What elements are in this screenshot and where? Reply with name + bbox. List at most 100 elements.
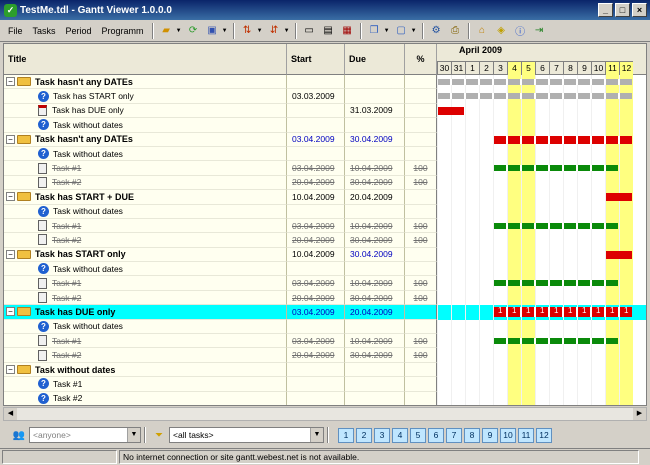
horizontal-scrollbar[interactable]: ◀ ▶ [3,407,647,421]
due-date-cell[interactable]: 30.04.2009 [345,290,405,306]
start-date-cell[interactable] [287,75,345,90]
percent-cell[interactable]: 100 [405,233,437,248]
percent-cell[interactable]: 100 [405,276,437,291]
period-11-button[interactable]: 11 [518,427,534,443]
due-date-cell[interactable]: 10.04.2009 [345,161,405,176]
task-row[interactable]: Task #2 20.04.2009 30.04.2009 100 [4,348,646,363]
due-column-header[interactable]: Due [345,44,405,75]
start-date-cell[interactable] [287,262,345,277]
period-7-button[interactable]: 7 [446,427,462,443]
due-date-cell[interactable] [345,319,405,335]
group-row[interactable]: − Task without dates [4,362,646,378]
collapse-toggle-icon[interactable]: − [6,249,15,259]
gantt-bar[interactable] [438,93,632,100]
task-row[interactable]: ? Task without dates [4,146,646,162]
due-date-cell[interactable] [345,75,405,90]
percent-cell[interactable] [405,362,437,378]
task-row[interactable]: Task #2 20.04.2009 30.04.2009 100 [4,233,646,248]
start-date-cell[interactable]: 20.04.2009 [287,290,345,306]
start-date-cell[interactable] [287,362,345,378]
start-date-cell[interactable] [287,391,345,405]
menu-file[interactable]: File [3,22,28,40]
start-date-cell[interactable]: 03.04.2009 [287,305,345,320]
open-folder-icon[interactable]: ▰ [158,23,175,39]
period-2-button[interactable]: 2 [356,427,372,443]
start-date-cell[interactable]: 20.04.2009 [287,233,345,248]
close-button[interactable]: × [632,3,647,17]
start-date-cell[interactable] [287,146,345,162]
calendar-icon[interactable]: ▦ [339,23,356,39]
dropdown-arrow-icon[interactable]: ▼ [384,28,390,34]
minimize-button[interactable]: _ [598,3,613,17]
key-icon[interactable]: ◈ [493,23,510,39]
start-date-cell[interactable]: 03.04.2009 [287,132,345,147]
percent-cell[interactable] [405,262,437,277]
gantt-bar[interactable] [494,338,618,345]
task-filter[interactable]: <all tasks> ▼ [169,427,324,443]
task-row[interactable]: Task has DUE only 31.03.2009 [4,103,646,119]
due-date-cell[interactable] [345,204,405,219]
collapse-toggle-icon[interactable]: − [6,365,15,374]
dropdown-arrow-icon[interactable]: ▼ [222,28,228,34]
gantt-bar[interactable]: 1111111111 [494,306,632,318]
period-12-button[interactable]: 12 [536,427,552,443]
period-6-button[interactable]: 6 [428,427,444,443]
save-icon[interactable]: ▣ [204,23,221,39]
start-date-cell[interactable] [287,204,345,219]
collapse-toggle-icon[interactable]: − [6,77,15,87]
sort-down-icon[interactable]: ⇵ [266,23,283,39]
task-row[interactable]: ? Task without dates [4,118,646,133]
due-date-cell[interactable] [345,262,405,277]
start-date-cell[interactable]: 03.04.2009 [287,218,345,234]
percent-column-header[interactable]: % [405,44,437,75]
gantt-bar[interactable] [494,222,618,229]
task-row[interactable]: ? Task has START only 03.03.2009 [4,89,646,104]
start-date-cell[interactable] [287,103,345,119]
due-date-cell[interactable] [345,146,405,162]
percent-cell[interactable] [405,305,437,320]
start-column-header[interactable]: Start [287,44,345,75]
collapse-toggle-icon[interactable]: − [6,192,15,202]
gantt-bar[interactable] [606,250,632,259]
title-column-header[interactable]: Title [4,44,287,75]
task-row[interactable]: Task #1 03.04.2009 10.04.2009 100 [4,161,646,176]
task-row[interactable]: ? Task #2 [4,391,646,405]
gantt-bar[interactable] [606,193,632,202]
percent-cell[interactable] [405,319,437,335]
period-5-button[interactable]: 5 [410,427,426,443]
home-icon[interactable]: ⌂ [474,23,491,39]
gantt-bar[interactable] [494,165,618,172]
exit-icon[interactable]: ⇥ [531,23,548,39]
due-date-cell[interactable]: 20.04.2009 [345,305,405,320]
task-row[interactable]: Task #1 03.04.2009 10.04.2009 100 [4,218,646,234]
percent-cell[interactable]: 100 [405,334,437,349]
group-row[interactable]: − Task has START + DUE 10.04.2009 20.04.200… [4,190,646,205]
scroll-left-button[interactable]: ◀ [4,408,17,420]
sort-up-icon[interactable]: ⇅ [239,23,256,39]
gantt-bar[interactable] [438,106,464,115]
menu-period[interactable]: Period [61,22,97,40]
percent-cell[interactable] [405,103,437,119]
due-date-cell[interactable]: 30.04.2009 [345,247,405,263]
group-row[interactable]: − Task has START only 10.04.2009 30.04.2009 [4,247,646,263]
dropdown-arrow-icon[interactable]: ▼ [176,28,182,34]
due-date-cell[interactable] [345,118,405,133]
help-icon[interactable]: ⓘ [512,23,529,39]
percent-cell[interactable] [405,391,437,405]
start-date-cell[interactable] [287,377,345,392]
percent-cell[interactable]: 100 [405,161,437,176]
task-row[interactable]: ? Task without dates [4,262,646,277]
due-date-cell[interactable] [345,377,405,392]
period-8-button[interactable]: 8 [464,427,480,443]
due-date-cell[interactable]: 30.04.2009 [345,175,405,191]
start-date-cell[interactable]: 10.04.2009 [287,190,345,205]
due-date-cell[interactable]: 31.03.2009 [345,103,405,119]
settings-icon[interactable]: ⚙ [428,23,445,39]
start-date-cell[interactable]: 20.04.2009 [287,175,345,191]
task-row[interactable]: Task #2 20.04.2009 30.04.2009 100 [4,175,646,191]
due-date-cell[interactable]: 10.04.2009 [345,334,405,349]
dropdown-arrow-icon[interactable]: ▼ [411,28,417,34]
due-date-cell[interactable] [345,89,405,104]
chevron-down-icon[interactable]: ▼ [127,428,140,442]
due-date-cell[interactable] [345,362,405,378]
